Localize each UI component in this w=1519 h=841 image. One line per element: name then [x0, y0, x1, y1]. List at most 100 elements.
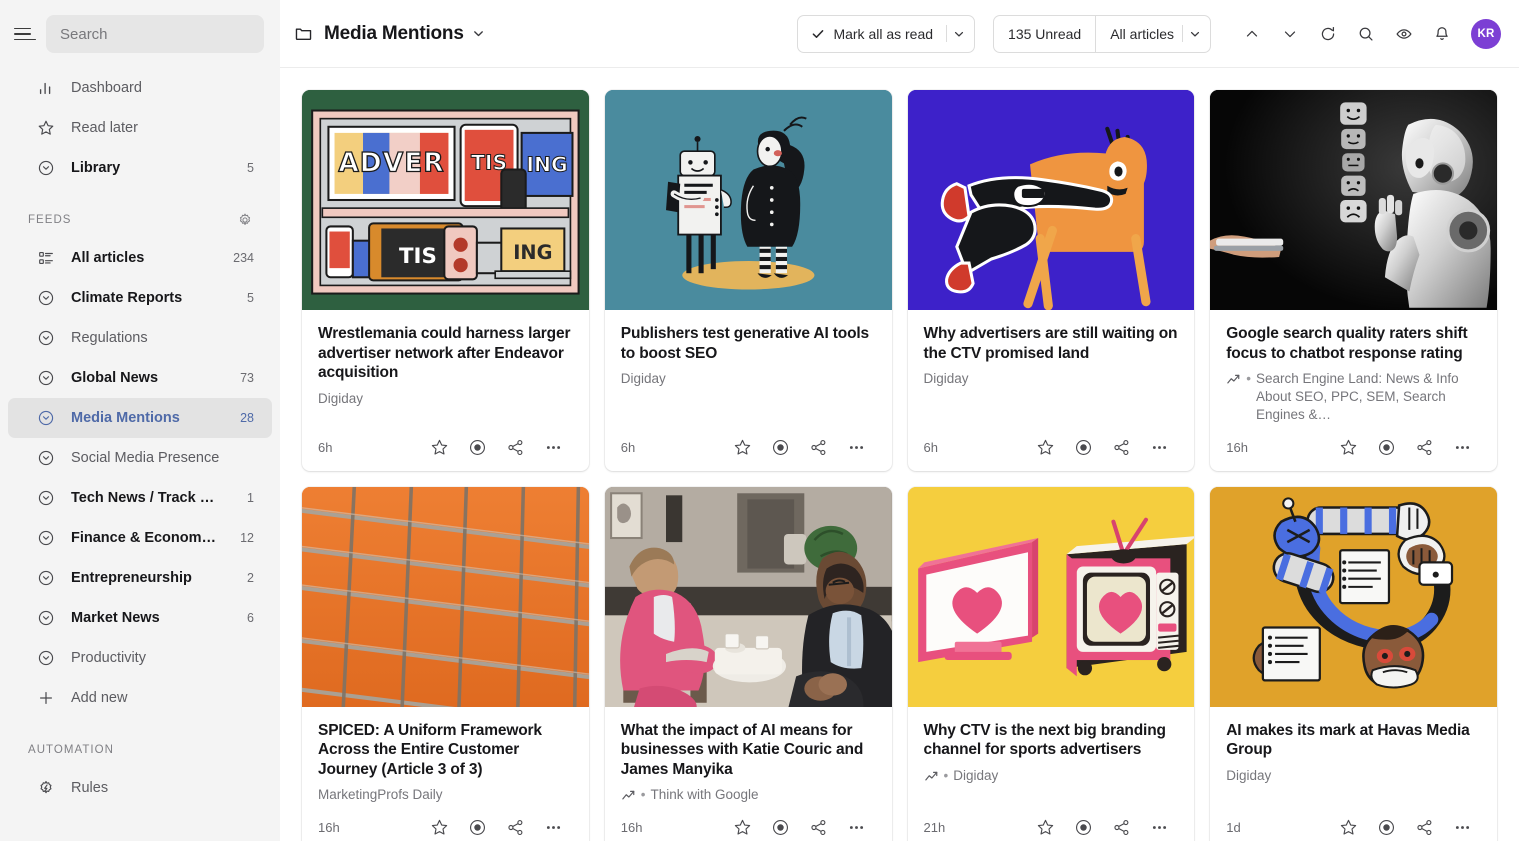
star-icon[interactable] [421, 429, 459, 467]
sidebar-item-regulations[interactable]: Regulations [8, 318, 272, 358]
article-thumbnail[interactable]: ADVER TIS ING TIS ING [302, 90, 589, 310]
read-circle-icon[interactable] [1064, 808, 1102, 841]
chevron-down-icon[interactable] [1273, 17, 1307, 51]
read-circle-icon[interactable] [1064, 429, 1102, 467]
star-icon[interactable] [724, 808, 762, 841]
share-icon[interactable] [800, 429, 838, 467]
more-horizontal-icon[interactable] [838, 429, 876, 467]
circle-chevron-icon [36, 289, 55, 308]
article-card[interactable]: What the impact of AI means for business… [604, 486, 892, 841]
article-card[interactable]: SPICED: A Uniform Framework Across the E… [302, 486, 589, 841]
sidebar-item-productivity[interactable]: Productivity [8, 638, 272, 678]
sidebar-item-all-articles[interactable]: All articles 234 [8, 238, 272, 278]
search-icon[interactable] [1349, 17, 1383, 51]
sidebar-item-entrepreneurship[interactable]: Entrepreneurship 2 [8, 558, 272, 598]
more-horizontal-icon[interactable] [535, 429, 573, 467]
sidebar-item-read-later[interactable]: Read later [8, 108, 272, 148]
star-icon[interactable] [1329, 429, 1367, 467]
sidebar-primary-nav: Dashboard Read later Library 5 [0, 68, 280, 188]
sidebar-item-rules[interactable]: Rules [8, 768, 272, 808]
share-icon[interactable] [1405, 808, 1443, 841]
sidebar-item-market-news[interactable]: Market News 6 [8, 598, 272, 638]
sidebar-header: Search [0, 12, 280, 56]
article-thumbnail[interactable] [1210, 90, 1497, 310]
sidebar-item-tech-news[interactable]: Tech News / Track Chan… 1 [8, 478, 272, 518]
more-horizontal-icon[interactable] [1443, 808, 1481, 841]
sidebar-item-global-news[interactable]: Global News 73 [8, 358, 272, 398]
share-icon[interactable] [1405, 429, 1443, 467]
more-horizontal-icon[interactable] [535, 808, 573, 841]
more-horizontal-icon[interactable] [838, 808, 876, 841]
mark-all-caret-button[interactable] [947, 16, 974, 52]
article-source-name: Digiday [923, 371, 969, 387]
sidebar-item-finance-economics[interactable]: Finance & Economics 12 [8, 518, 272, 558]
gear-icon[interactable] [237, 212, 254, 229]
search-input[interactable]: Search [46, 15, 264, 53]
chevron-up-icon[interactable] [1235, 17, 1269, 51]
share-icon[interactable] [1102, 808, 1140, 841]
star-icon[interactable] [1329, 808, 1367, 841]
more-horizontal-icon[interactable] [1140, 808, 1178, 841]
article-source: Digiday [1226, 767, 1481, 785]
article-footer: 6h [302, 425, 589, 471]
refresh-icon[interactable] [1311, 17, 1345, 51]
article-source: • Digiday [924, 767, 1179, 785]
article-thumbnail[interactable] [604, 90, 892, 310]
article-thumbnail[interactable] [907, 486, 1195, 707]
article-title: Google search quality raters shift focus… [1226, 325, 1468, 362]
bell-icon[interactable] [1425, 17, 1459, 51]
article-source-name: Digiday [620, 371, 666, 387]
sidebar-item-media-mentions[interactable]: Media Mentions 28 [8, 398, 272, 438]
read-circle-icon[interactable] [1367, 808, 1405, 841]
sidebar-item-label: Read later [71, 120, 138, 136]
chevron-down-icon[interactable] [472, 27, 485, 40]
read-circle-icon[interactable] [762, 429, 800, 467]
read-circle-icon[interactable] [459, 808, 497, 841]
sidebar-item-climate-reports[interactable]: Climate Reports 5 [8, 278, 272, 318]
sidebar-item-label: Media Mentions [71, 410, 180, 426]
article-card[interactable]: Why advertisers are still waiting on the… [907, 90, 1195, 471]
article-thumbnail[interactable] [1210, 486, 1497, 707]
separator-dot: • [640, 787, 646, 803]
articles-filter-caret-button[interactable] [1183, 16, 1210, 52]
article-title: Why advertisers are still waiting on the… [923, 325, 1178, 362]
article-card[interactable]: ADVER TIS ING TIS ING Wrestlemania could… [302, 90, 589, 471]
sidebar-item-add-new[interactable]: Add new [8, 678, 272, 718]
article-card[interactable]: Why CTV is the next big branding channel… [907, 486, 1195, 841]
article-card[interactable]: Google search quality raters shift focus… [1210, 90, 1497, 471]
star-icon[interactable] [1026, 808, 1064, 841]
share-icon[interactable] [497, 429, 535, 467]
more-horizontal-icon[interactable] [1443, 429, 1481, 467]
article-thumbnail[interactable] [907, 90, 1195, 310]
hamburger-icon[interactable] [14, 23, 36, 45]
unread-count-button[interactable]: 135 Unread [994, 16, 1095, 52]
sidebar-item-dashboard[interactable]: Dashboard [8, 68, 272, 108]
share-icon[interactable] [497, 808, 535, 841]
star-icon[interactable] [1026, 429, 1064, 467]
sidebar-item-library[interactable]: Library 5 [8, 148, 272, 188]
eye-icon[interactable] [1387, 17, 1421, 51]
articles-filter-button[interactable]: All articles [1096, 16, 1182, 52]
share-icon[interactable] [1102, 429, 1140, 467]
article-age: 16h [620, 819, 643, 835]
article-source-name: Digiday [318, 390, 364, 406]
mark-all-as-read-button[interactable]: Mark all as read [798, 16, 946, 52]
article-card[interactable]: AI makes its mark at Havas Media Group D… [1210, 486, 1497, 841]
read-circle-icon[interactable] [762, 808, 800, 841]
share-icon[interactable] [800, 808, 838, 841]
article-source-name: Search Engine Land: News & Info About SE… [1255, 371, 1459, 423]
read-circle-icon[interactable] [459, 429, 497, 467]
more-horizontal-icon[interactable] [1140, 429, 1178, 467]
sidebar-item-social-media-presence[interactable]: Social Media Presence [8, 438, 272, 478]
article-grid-scroll[interactable]: ADVER TIS ING TIS ING Wrestlemania could… [280, 68, 1519, 841]
article-thumbnail[interactable] [604, 486, 892, 707]
avatar[interactable]: KR [1471, 18, 1501, 49]
star-icon[interactable] [724, 429, 762, 467]
circle-chevron-icon [36, 329, 55, 348]
article-thumbnail[interactable] [302, 486, 589, 707]
star-icon[interactable] [421, 808, 459, 841]
read-circle-icon[interactable] [1367, 429, 1405, 467]
article-card[interactable]: Publishers test generative AI tools to b… [604, 90, 892, 471]
breadcrumb[interactable]: Media Mentions [294, 23, 485, 45]
sidebar-item-label: Rules [71, 780, 109, 796]
